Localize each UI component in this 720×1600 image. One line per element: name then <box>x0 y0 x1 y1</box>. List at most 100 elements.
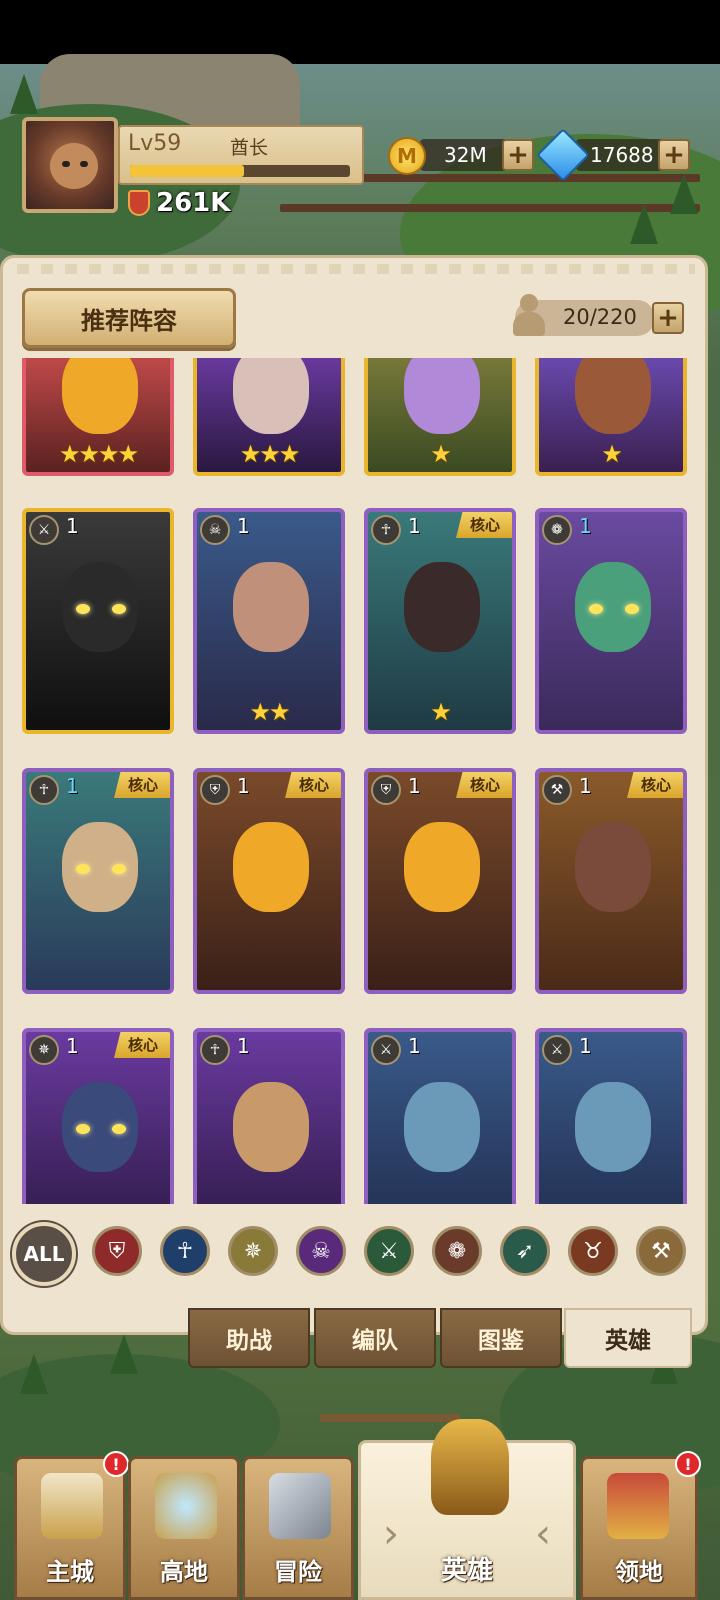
hero-capacity: 20/220 <box>513 294 655 336</box>
tab-formation[interactable]: 编队 <box>314 1308 436 1368</box>
hero-tabs: 助战 编队 图鉴 英雄 <box>188 1308 692 1372</box>
hero-portrait <box>575 358 651 434</box>
hero-card[interactable]: ☠ 1 ★★ <box>193 508 345 734</box>
hero-card[interactable]: ☥ 1 核心 ★ <box>364 508 516 734</box>
hero-card[interactable]: ★ <box>364 358 516 476</box>
hero-stars: ★★ <box>249 698 290 726</box>
glowing-eyes <box>76 864 126 876</box>
crossed-swords-icon <box>269 1473 331 1539</box>
filter-holy-wings-icon[interactable]: ✵ <box>228 1226 278 1276</box>
hero-grid: ★★★★ ★★★ ★ ★ ⚔ 1 ☠ 1 ★★ ☥ 1 核心 ★ ❁ 1 ☥ 1 核心 ⛨ 1 核心 ⛨ 1 核心 ⚒ 1 核心 ✵ 1… <box>22 358 692 1204</box>
core-badge: 核心 <box>456 772 512 798</box>
crossed-blades-icon: ⚔ <box>29 515 59 545</box>
nav-adventure[interactable]: 冒险 <box>242 1456 354 1600</box>
hammer-icon: ⚒ <box>542 775 572 805</box>
crossed-blades-icon: ⚔ <box>371 1035 401 1065</box>
hero-level: 1 <box>66 1034 79 1058</box>
filter-crossed-blades-icon[interactable]: ⚔ <box>364 1226 414 1276</box>
glowing-eyes <box>76 604 126 616</box>
nav-heroes[interactable]: › ‹ 英雄 <box>358 1419 576 1600</box>
hero-card[interactable]: ✵ 1 核心 <box>22 1028 174 1204</box>
filter-shield-icon[interactable]: ⛨ <box>92 1226 142 1276</box>
ankh-icon: ☥ <box>29 775 59 805</box>
hero-stars: ★ <box>430 440 452 468</box>
player-avatar[interactable] <box>22 117 118 213</box>
hero-card[interactable]: ⛨ 1 核心 <box>193 768 345 994</box>
filter-paw-icon[interactable]: ❁ <box>432 1226 482 1276</box>
core-badge: 核心 <box>114 1032 170 1058</box>
expand-capacity-button[interactable]: + <box>652 302 684 334</box>
bottom-navigation: 主城 ! 高地 冒险 › ‹ 英雄 领地 ! <box>0 1419 720 1600</box>
glowing-eyes <box>76 1124 126 1136</box>
banner-icon <box>607 1473 669 1539</box>
hero-level: 1 <box>408 774 421 798</box>
alert-badge: ! <box>675 1451 701 1477</box>
holy-wings-icon: ✵ <box>29 1035 59 1065</box>
filter-all[interactable]: ALL <box>12 1222 76 1286</box>
hero-card[interactable]: ⚔ 1 <box>535 1028 687 1204</box>
combat-power: 261K <box>128 188 230 218</box>
hero-card[interactable]: ⚒ 1 核心 <box>535 768 687 994</box>
faction-filters: ALL ⛨ ☥ ✵ ☠ ⚔ ❁ ➶ ♉ ⚒ <box>12 1222 702 1288</box>
alert-badge: ! <box>103 1451 129 1477</box>
hero-portrait <box>62 358 138 434</box>
hero-level: 1 <box>237 514 250 538</box>
hero-portrait <box>233 562 309 652</box>
filter-hammer-icon[interactable]: ⚒ <box>636 1226 686 1276</box>
nav-territory[interactable]: 领地 ! <box>580 1451 701 1600</box>
hero-card[interactable]: ❁ 1 <box>535 508 687 734</box>
nav-highland[interactable]: 高地 <box>128 1456 240 1600</box>
hero-card[interactable]: ★★★★ <box>22 358 174 476</box>
tab-heroes[interactable]: 英雄 <box>564 1308 692 1368</box>
filter-bow-icon[interactable]: ➶ <box>500 1226 550 1276</box>
hero-card[interactable]: ⚔ 1 <box>22 508 174 734</box>
core-badge: 核心 <box>114 772 170 798</box>
paw-icon: ❁ <box>542 515 572 545</box>
hero-stars: ★★★★ <box>58 440 139 468</box>
player-title: 酋长 <box>230 137 269 159</box>
hero-stars: ★★★ <box>239 440 301 468</box>
tab-support[interactable]: 助战 <box>188 1308 310 1368</box>
hero-level: 1 <box>579 1034 592 1058</box>
player-level: Lv59 <box>128 131 182 156</box>
hero-level: 1 <box>66 514 79 538</box>
recommended-lineup-button[interactable]: 推荐阵容 <box>22 288 236 348</box>
hero-card[interactable]: ⚔ 1 <box>364 1028 516 1204</box>
hero-level: 1 <box>579 514 592 538</box>
core-badge: 核心 <box>285 772 341 798</box>
exp-bar <box>130 165 350 177</box>
player-namecard: Lv59 酋长 <box>118 125 364 185</box>
tab-codex[interactable]: 图鉴 <box>440 1308 562 1368</box>
nav-main-city[interactable]: 主城 ! <box>14 1451 129 1600</box>
person-icon <box>511 294 547 338</box>
ankh-icon: ☥ <box>371 515 401 545</box>
hero-portrait <box>575 1082 651 1172</box>
add-gold-button[interactable]: + <box>502 139 534 171</box>
hero-portrait <box>404 1082 480 1172</box>
hero-stars: ★ <box>601 440 623 468</box>
core-badge: 核心 <box>627 772 683 798</box>
hero-stars: ★ <box>430 698 452 726</box>
fountain-icon <box>155 1473 217 1539</box>
glowing-eyes <box>589 604 639 616</box>
hero-level: 1 <box>66 774 79 798</box>
hero-level: 1 <box>408 1034 421 1058</box>
hero-level: 1 <box>579 774 592 798</box>
hero-portrait <box>404 358 480 434</box>
hero-card[interactable]: ⛨ 1 核心 <box>364 768 516 994</box>
power-shield-icon <box>128 190 150 216</box>
hero-card[interactable]: ☥ 1 <box>193 1028 345 1204</box>
hero-card[interactable]: ★★★ <box>193 358 345 476</box>
filter-ankh-icon[interactable]: ☥ <box>160 1226 210 1276</box>
crossed-blades-icon: ⚔ <box>542 1035 572 1065</box>
add-gems-button[interactable]: + <box>658 139 690 171</box>
ankh-icon: ☥ <box>200 1035 230 1065</box>
hero-card[interactable]: ☥ 1 核心 <box>22 768 174 994</box>
hero-card[interactable]: ★ <box>535 358 687 476</box>
gold-coin-icon: M <box>388 137 426 175</box>
hero-level: 1 <box>408 514 421 538</box>
filter-skull-icon[interactable]: ☠ <box>296 1226 346 1276</box>
filter-beast-skull-icon[interactable]: ♉ <box>568 1226 618 1276</box>
hero-portrait <box>233 1082 309 1172</box>
hero-portrait <box>404 562 480 652</box>
